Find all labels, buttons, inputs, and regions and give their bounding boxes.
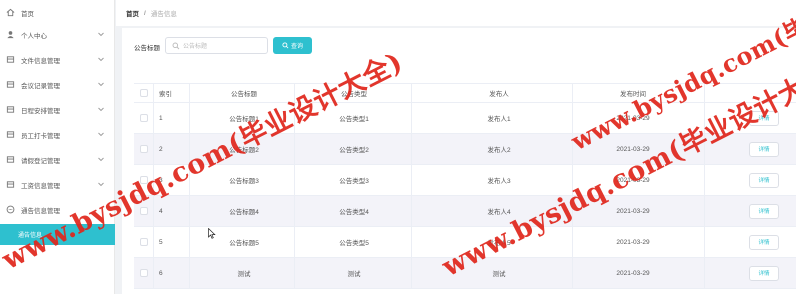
breadcrumb-separator: / — [144, 9, 146, 17]
select-all-checkbox[interactable] — [140, 84, 150, 102]
detail-button[interactable]: 详情 — [744, 134, 784, 164]
sidebar-item-personal[interactable]: 个人中心 — [0, 22, 115, 47]
list-icon — [6, 130, 15, 139]
breadcrumb-current: 通告信息 — [150, 11, 177, 18]
sidebar-item-schedule[interactable]: 日程安排管理 — [0, 97, 115, 122]
search-button[interactable]: 查询 — [273, 37, 312, 54]
list-icon — [6, 55, 15, 64]
home-icon — [6, 8, 15, 17]
detail-button[interactable]: 详情 — [744, 227, 784, 257]
row-index: 6 — [159, 269, 163, 277]
column-header: 发布人 — [489, 91, 509, 98]
sidebar-item-label: 日程安排管理 — [21, 107, 60, 115]
sidebar-item-label: 员工打卡管理 — [21, 132, 60, 140]
list-icon — [6, 105, 15, 114]
sidebar-item-label: 会议记录管理 — [21, 82, 60, 90]
sidebar-item-attendance[interactable]: 员工打卡管理 — [0, 122, 115, 147]
row-publisher: 发布人1 — [487, 116, 511, 123]
row-checkbox[interactable] — [140, 258, 150, 288]
row-checkbox[interactable] — [140, 134, 150, 164]
row-type: 公告类型4 — [339, 209, 369, 216]
row-publisher: 发布人2 — [487, 147, 511, 154]
row-index: 5 — [159, 238, 163, 246]
detail-button[interactable]: 详情 — [744, 258, 784, 288]
table-row: 3 公告标题3 公告类型3 发布人3 2021-03-29 详情 — [134, 165, 796, 196]
detail-button[interactable]: 详情 — [744, 196, 784, 226]
row-type: 公告类型3 — [339, 178, 369, 185]
sidebar-item-label: 请假登记管理 — [21, 157, 60, 165]
mouse-cursor-icon — [208, 228, 216, 239]
row-checkbox[interactable] — [140, 227, 150, 257]
list-icon — [6, 180, 15, 189]
chevron-down-icon — [97, 105, 105, 113]
sidebar-item-label: 工资信息管理 — [21, 182, 60, 190]
row-type: 公告类型2 — [339, 147, 369, 154]
sidebar-item-leave[interactable]: 请假登记管理 — [0, 147, 115, 172]
search-button-label: 查询 — [290, 44, 303, 50]
sidebar-item-meetings[interactable]: 会议记录管理 — [0, 72, 115, 97]
chevron-down-icon — [97, 130, 105, 138]
column-header: 索引 — [159, 91, 172, 98]
row-time: 2021-03-29 — [616, 238, 650, 246]
chevron-down-icon — [97, 80, 105, 88]
info-icon — [6, 205, 15, 214]
sidebar-item-files[interactable]: 文件信息管理 — [0, 47, 115, 72]
detail-button[interactable]: 详情 — [744, 165, 784, 195]
chevron-down-icon — [97, 155, 105, 163]
user-icon — [6, 30, 15, 39]
search-input[interactable]: 公告标题 — [165, 37, 268, 54]
row-type: 公告类型5 — [339, 240, 369, 247]
search-label: 公告标题 — [134, 45, 160, 52]
row-type: 测试 — [347, 271, 361, 278]
row-time: 2021-03-29 — [616, 269, 650, 277]
list-icon — [6, 155, 15, 164]
table-row: 4 公告标题4 公告类型4 发布人4 2021-03-29 详情 — [134, 196, 796, 227]
chevron-down-icon — [97, 55, 105, 63]
row-title: 公告标题4 — [229, 209, 259, 216]
search-icon — [282, 42, 289, 49]
sidebar-item-label: 个人中心 — [21, 32, 47, 40]
sidebar-item-label: 文件信息管理 — [21, 57, 60, 65]
search-placeholder: 公告标题 — [183, 44, 208, 50]
search-icon — [172, 42, 180, 50]
sidebar-item-label: 首页 — [21, 10, 34, 18]
breadcrumb: 首页 / 通告信息 — [116, 0, 796, 26]
list-icon — [6, 80, 15, 89]
chevron-down-icon — [97, 30, 105, 38]
row-checkbox[interactable] — [140, 103, 150, 133]
row-title: 测试 — [237, 271, 251, 278]
breadcrumb-home[interactable]: 首页 — [126, 8, 139, 18]
row-index: 1 — [159, 114, 163, 122]
